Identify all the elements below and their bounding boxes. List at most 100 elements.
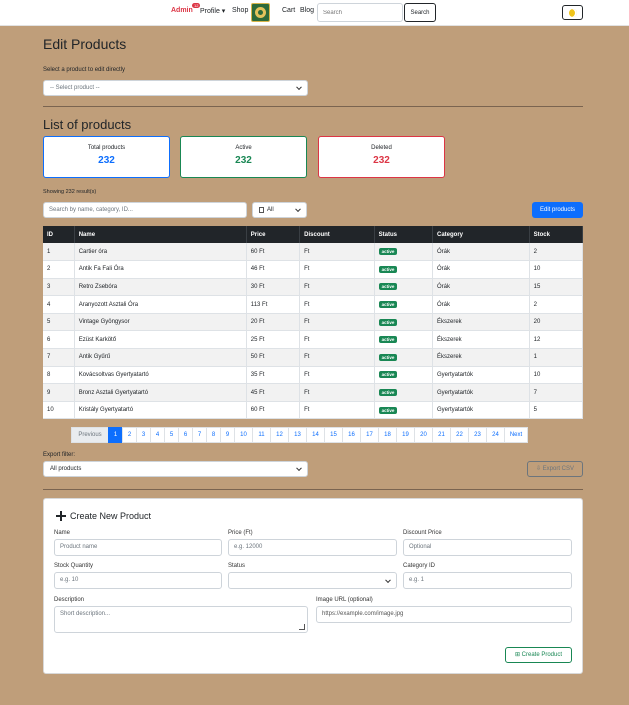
nav-profile-dropdown[interactable]: Profile ▾ — [200, 7, 225, 15]
nav-blog-link[interactable]: Blog — [300, 7, 314, 14]
column-header[interactable]: Status — [374, 226, 433, 243]
table-row[interactable]: 6 Ezüst Karkötő 25 Ft Ft active Ékszerek 12 — [43, 330, 584, 350]
price-label: Price (Ft) — [228, 530, 253, 536]
resize-handle-icon[interactable] — [299, 624, 305, 630]
column-header[interactable]: Stock — [529, 226, 584, 243]
create-product-label: Create Product — [521, 652, 563, 658]
table-cell: Ékszerek — [432, 313, 530, 332]
nav-shop-link[interactable]: Shop — [232, 7, 248, 14]
pagination-page-6[interactable]: 6 — [178, 427, 193, 443]
table-row[interactable]: 2 Antik Fa Fali Óra 46 Ft Ft active Órák 10 — [43, 260, 584, 279]
column-header[interactable]: Name — [74, 226, 247, 243]
pagination-page-20[interactable]: 20 — [414, 427, 433, 443]
edit-products-button[interactable]: Edit products — [532, 202, 583, 218]
table-row[interactable]: 1 Cartier óra 60 Ft Ft active Órák 2 — [43, 243, 584, 262]
image-url-input[interactable]: https://example.com/image.jpg — [316, 606, 572, 623]
discount-input[interactable]: Optional — [403, 539, 572, 556]
pagination-page-17[interactable]: 17 — [360, 427, 379, 443]
pagination-page-21[interactable]: 21 — [432, 427, 451, 443]
table-row[interactable]: 5 Vintage Gyöngysor 20 Ft Ft active Ékszerek 2… — [43, 313, 584, 332]
pagination-page-4[interactable]: 4 — [150, 427, 165, 443]
column-header[interactable]: ID — [43, 226, 75, 243]
theme-toggle-button[interactable] — [562, 5, 583, 20]
pagination-page-14[interactable]: 14 — [306, 427, 325, 443]
status-badge: active — [378, 283, 398, 291]
active-products-card: Active 232 — [180, 136, 307, 178]
pagination-page-7[interactable]: 7 — [192, 427, 207, 443]
status-cell: active — [374, 243, 433, 262]
pagination-page-1[interactable]: 1 — [108, 427, 123, 443]
pagination-next[interactable]: Next — [504, 427, 528, 443]
table-cell: Ft — [299, 366, 375, 385]
pagination-previous[interactable]: Previous — [71, 427, 109, 443]
table-cell: 15 — [529, 278, 584, 297]
table-cell: Ft — [299, 313, 375, 332]
list-title: List of products — [43, 117, 132, 132]
pagination-page-2[interactable]: 2 — [122, 427, 137, 443]
table-row[interactable]: 7 Antik Gyűrű 50 Ft Ft active Ékszerek 1 — [43, 348, 584, 367]
product-search-input[interactable]: Search by name, category, ID... — [43, 202, 247, 218]
table-row[interactable]: 9 Bronz Asztali Gyertyatartó 45 Ft Ft active… — [43, 383, 584, 402]
status-badge: active — [378, 248, 398, 256]
pagination-page-8[interactable]: 8 — [206, 427, 221, 443]
column-header[interactable]: Discount — [299, 226, 375, 243]
pagination-page-11[interactable]: 11 — [252, 427, 271, 443]
pagination-page-18[interactable]: 18 — [378, 427, 397, 443]
table-row[interactable]: 3 Retro Zsebóra 30 Ft Ft active Órák 15 — [43, 278, 584, 297]
pagination-page-10[interactable]: 10 — [234, 427, 253, 443]
pagination-page-16[interactable]: 16 — [342, 427, 361, 443]
table-row[interactable]: 8 Kovácsoltvas Gyertyatartó 35 Ft Ft active G… — [43, 366, 584, 385]
export-filter-dropdown[interactable]: All products — [43, 461, 308, 477]
select-product-value: -- Select product -- — [50, 85, 100, 91]
column-header[interactable]: Price — [246, 226, 301, 243]
name-label: Name — [54, 530, 71, 536]
logo-icon[interactable] — [251, 3, 270, 22]
nav-cart-link[interactable]: Cart — [282, 7, 295, 14]
category-input[interactable]: e.g. 1 — [403, 572, 572, 589]
table-row[interactable]: 4 Aranyozott Asztali Óra 113 Ft Ft active Órá… — [43, 295, 584, 314]
select-product-dropdown[interactable]: -- Select product -- — [43, 80, 308, 96]
pagination-page-12[interactable]: 12 — [270, 427, 289, 443]
moon-icon — [569, 9, 577, 17]
chevron-down-icon — [296, 84, 302, 91]
table-row[interactable]: 10 Kristály Gyertyatartó 60 Ft Ft active Gyer… — [43, 401, 584, 420]
table-cell: Ft — [299, 383, 375, 402]
chevron-down-icon — [385, 576, 391, 583]
table-cell: Retro Zsebóra — [74, 278, 247, 297]
create-product-button[interactable]: ⊞ Create Product — [505, 647, 572, 663]
export-csv-button[interactable]: ⇩ Export CSV — [527, 461, 583, 477]
pagination-page-9[interactable]: 9 — [220, 427, 235, 443]
status-filter-dropdown[interactable]: All — [252, 202, 307, 218]
status-cell: active — [374, 348, 433, 367]
price-input[interactable]: e.g. 12000 — [228, 539, 397, 556]
table-cell: Kristály Gyertyatartó — [74, 401, 247, 420]
status-badge: active — [378, 301, 398, 309]
table-cell: 60 Ft — [246, 401, 301, 420]
table-cell: 7 — [529, 383, 584, 402]
pagination-page-24[interactable]: 24 — [486, 427, 505, 443]
table-cell: Ft — [299, 330, 375, 350]
pagination-page-19[interactable]: 19 — [396, 427, 415, 443]
pagination-page-5[interactable]: 5 — [164, 427, 179, 443]
pagination-page-23[interactable]: 23 — [468, 427, 487, 443]
status-badge: active — [378, 371, 398, 379]
table-cell: 8 — [43, 366, 75, 385]
pagination-page-15[interactable]: 15 — [324, 427, 343, 443]
table-cell: Gyertyatartók — [432, 366, 530, 385]
navbar: Admin 12 Profile ▾ Shop Cart Blog Search — [0, 0, 629, 26]
pagination-page-22[interactable]: 22 — [450, 427, 469, 443]
select-product-label: Select a product to edit directly — [43, 67, 126, 73]
pagination-page-13[interactable]: 13 — [288, 427, 307, 443]
nav-search-button[interactable]: Search — [404, 3, 436, 22]
table-cell: 50 Ft — [246, 348, 301, 367]
table-cell: Ft — [299, 348, 375, 367]
status-dropdown[interactable] — [228, 572, 397, 589]
column-header[interactable]: Category — [432, 226, 530, 243]
stock-input[interactable]: e.g. 10 — [54, 572, 222, 589]
nav-search-input[interactable] — [317, 3, 403, 22]
name-input[interactable]: Product name — [54, 539, 222, 556]
nav-admin-link[interactable]: Admin — [171, 7, 193, 14]
description-textarea[interactable]: Short description... — [54, 606, 308, 633]
table-cell: 20 Ft — [246, 313, 301, 332]
pagination-page-3[interactable]: 3 — [136, 427, 151, 443]
